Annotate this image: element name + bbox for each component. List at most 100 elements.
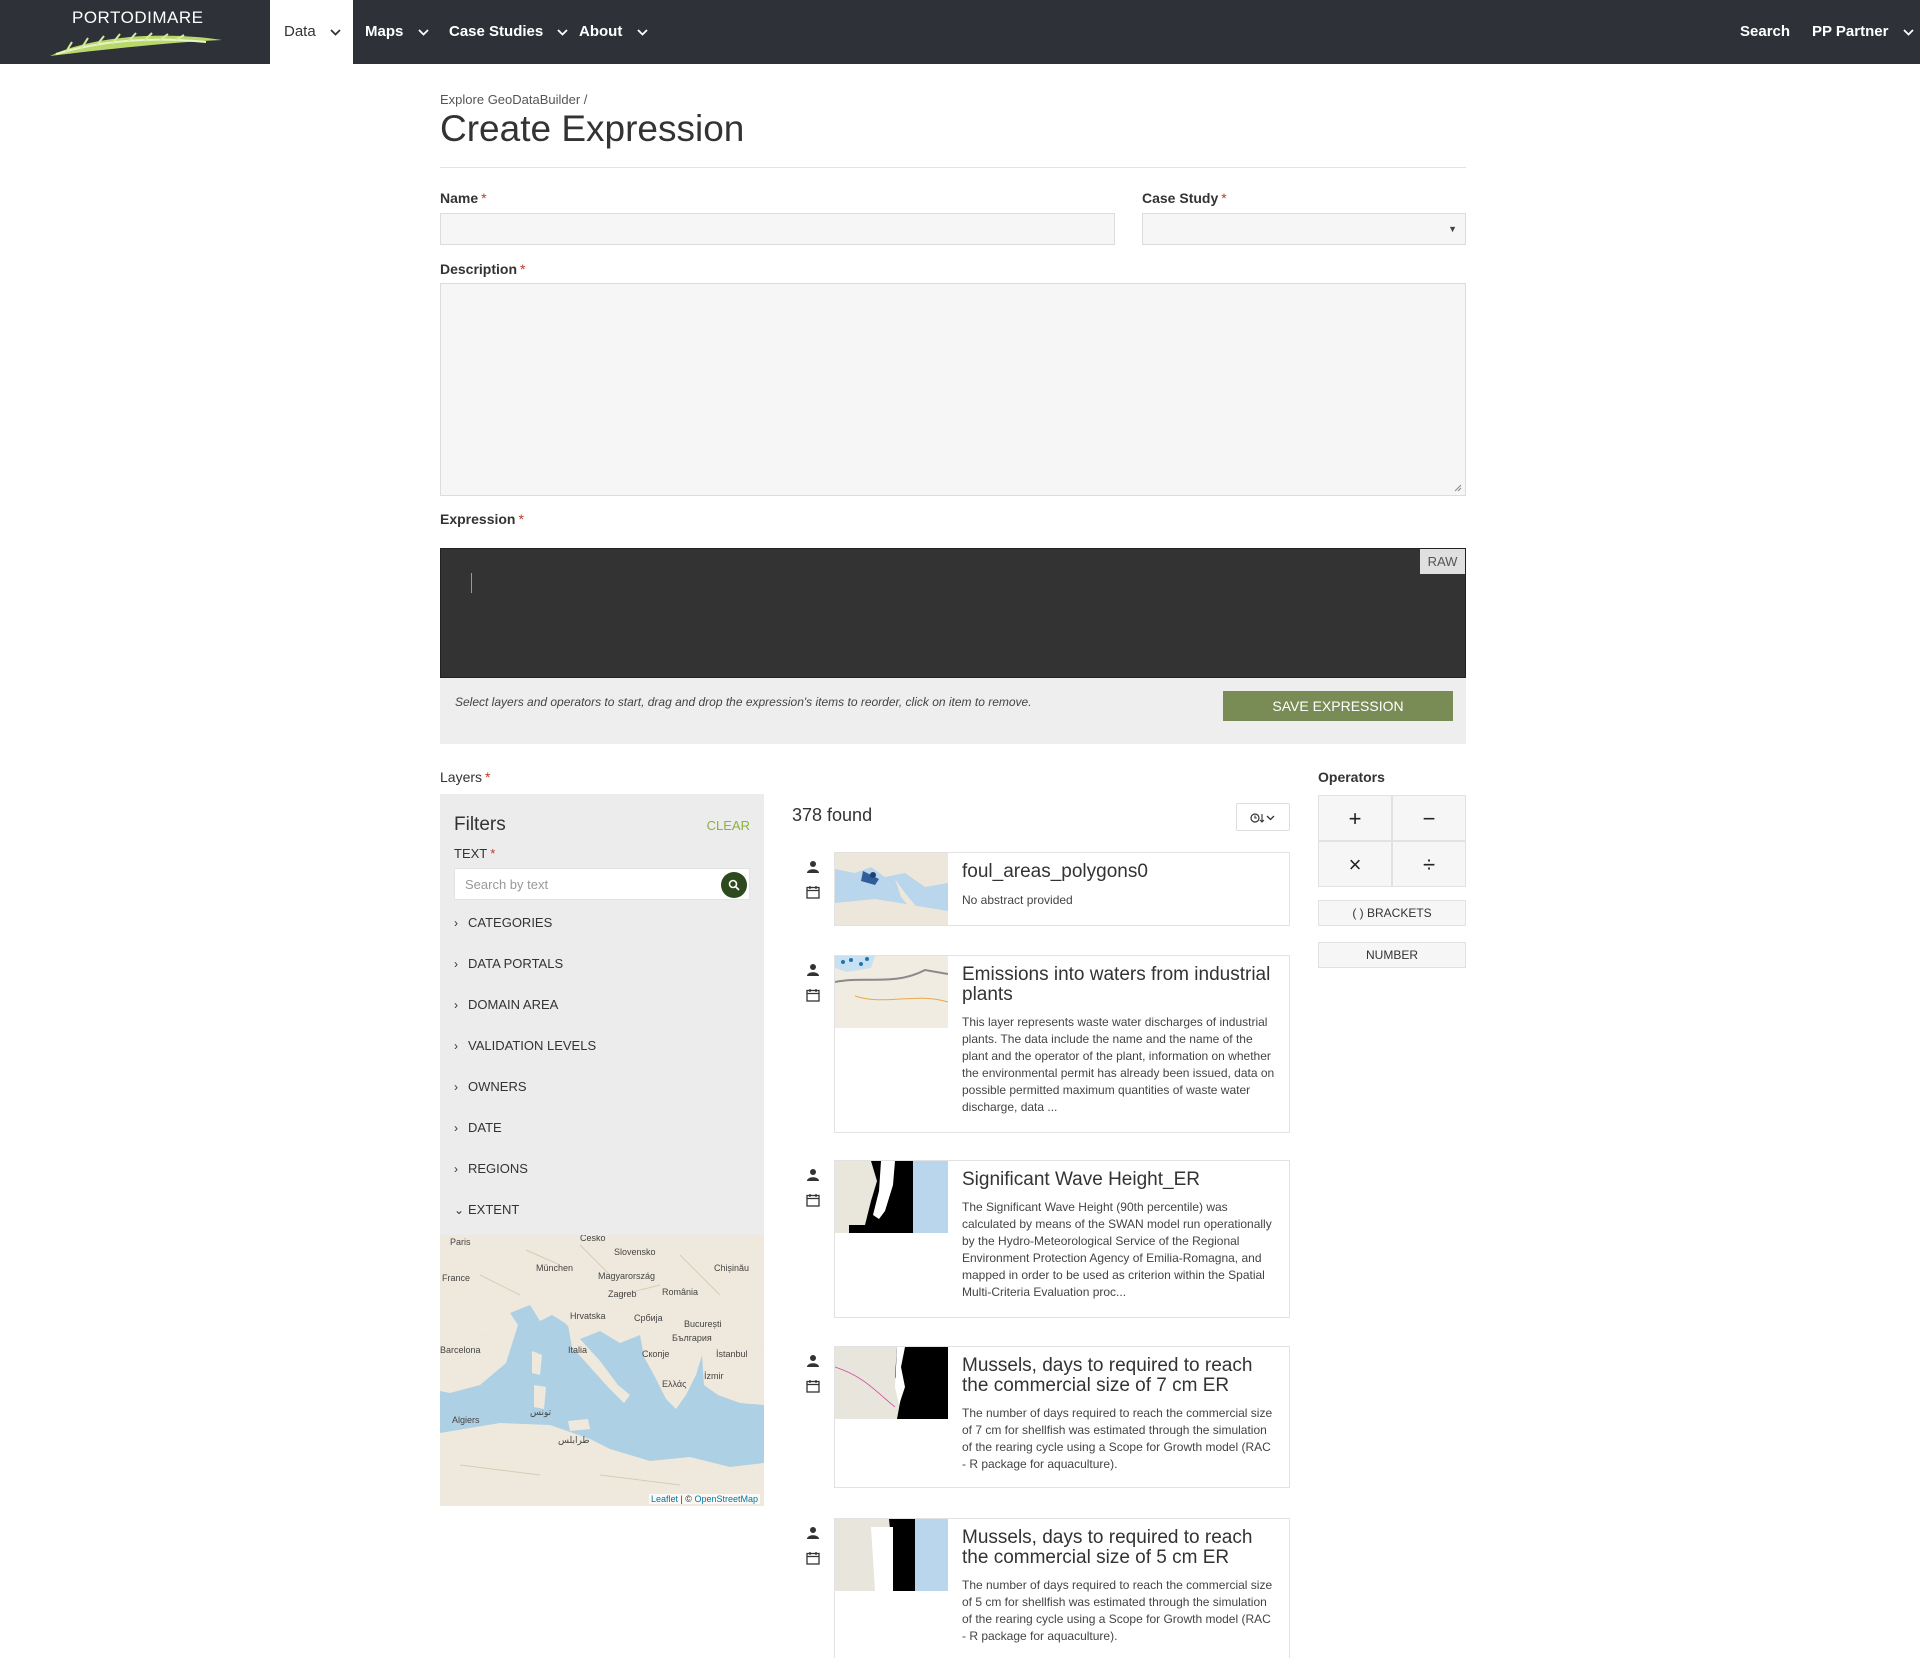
map-label: Chișinău (714, 1263, 750, 1273)
map-label: Србија (634, 1313, 663, 1323)
nav-case-studies-label: Case Studies (449, 23, 544, 40)
result-meta-icons (806, 1168, 822, 1218)
required-mark: * (518, 511, 524, 527)
name-label-text: Name (440, 190, 479, 206)
facet-label: OWNERS (468, 1079, 527, 1094)
search-input[interactable]: Search by text (454, 868, 750, 900)
number-button[interactable]: NUMBER (1318, 942, 1466, 968)
name-input[interactable] (440, 213, 1115, 245)
sort-button[interactable] (1236, 803, 1290, 831)
nav-maps-label: Maps (365, 23, 404, 40)
user-icon (806, 1354, 822, 1370)
logo-leaf-icon (50, 32, 222, 56)
leaflet-link[interactable]: Leaflet (651, 1494, 678, 1504)
portodimare-logo[interactable]: PORTODIMARE (40, 0, 230, 64)
result-meta-icons (806, 1354, 822, 1404)
result-title[interactable]: Mussels, days to required to reach the c… (962, 1528, 1282, 1568)
extent-map[interactable]: Paris Česko Slovensko France München Mag… (440, 1235, 764, 1506)
chevron-down-icon (330, 28, 341, 36)
expression-editor[interactable]: RAW (440, 548, 1466, 678)
chevron-down-icon (1902, 28, 1914, 36)
nav-search[interactable]: Search (1740, 0, 1790, 64)
result-description: The number of days required to reach the… (962, 1578, 1273, 1643)
raw-button[interactable]: RAW (1420, 549, 1465, 574)
divide-operator-button[interactable]: ÷ (1392, 841, 1466, 887)
result-card[interactable]: Mussels, days to required to reach the c… (834, 1346, 1290, 1488)
result-meta-icons (806, 860, 822, 910)
required-mark: * (485, 769, 491, 785)
chevron-right-icon: › (454, 1039, 458, 1053)
user-icon (806, 1168, 822, 1184)
facet-categories[interactable]: › CATEGORIES (454, 915, 552, 930)
brackets-button[interactable]: ( ) BRACKETS (1318, 900, 1466, 926)
nav-user-label: PP Partner (1812, 23, 1889, 40)
nav-about[interactable]: About (579, 0, 648, 64)
attribution-separator: | © (677, 1494, 695, 1504)
search-button[interactable] (721, 872, 747, 898)
description-label: Description * (440, 261, 525, 277)
result-title[interactable]: foul_areas_polygons0 (962, 862, 1282, 882)
facet-date[interactable]: › DATE (454, 1120, 502, 1135)
result-title[interactable]: Emissions into waters from industrial pl… (962, 965, 1282, 1005)
search-placeholder: Search by text (465, 877, 549, 892)
map-label: Algiers (452, 1415, 480, 1425)
clear-filters-button[interactable]: CLEAR (707, 818, 750, 833)
map-label: Česko (580, 1235, 606, 1243)
divider (440, 167, 1466, 168)
nav-user-menu[interactable]: PP Partner (1812, 0, 1914, 64)
result-title[interactable]: Significant Wave Height_ER (962, 1170, 1282, 1190)
plus-operator-button[interactable]: + (1318, 795, 1392, 841)
result-title[interactable]: Mussels, days to required to reach the c… (962, 1356, 1282, 1396)
result-card[interactable]: Significant Wave Height_ER The Significa… (834, 1160, 1290, 1318)
map-label: İstanbul (716, 1349, 748, 1359)
facet-label: VALIDATION LEVELS (468, 1038, 597, 1053)
text-cursor (471, 573, 472, 593)
map-attribution: Leaflet | © OpenStreetMap (648, 1494, 760, 1504)
required-mark: * (1221, 190, 1227, 206)
chevron-right-icon: › (454, 998, 458, 1012)
map-label: Italia (568, 1345, 588, 1355)
result-thumbnail (835, 1519, 948, 1591)
facet-owners[interactable]: › OWNERS (454, 1079, 527, 1094)
facet-label: CATEGORIES (468, 915, 553, 930)
calendar-icon (806, 1551, 822, 1567)
case-study-select[interactable]: ▼ (1142, 213, 1466, 245)
resize-handle-icon[interactable] (1454, 484, 1462, 492)
facet-label: DATA PORTALS (468, 956, 564, 971)
filters-title: Filters (454, 814, 506, 835)
nav-data[interactable]: Data (270, 0, 353, 64)
facet-data-portals[interactable]: › DATA PORTALS (454, 956, 563, 971)
expression-label-text: Expression (440, 511, 516, 527)
expression-hint: Select layers and operators to start, dr… (455, 695, 1032, 709)
sort-clock-icon (1250, 812, 1275, 823)
save-expression-button[interactable]: SAVE EXPRESSION (1223, 691, 1453, 721)
nav-case-studies[interactable]: Case Studies (449, 0, 569, 64)
result-description: The number of days required to reach the… (962, 1406, 1273, 1471)
chevron-right-icon: › (454, 1121, 458, 1135)
case-study-label-text: Case Study (1142, 190, 1219, 206)
result-card[interactable]: Emissions into waters from industrial pl… (834, 955, 1290, 1133)
facet-extent[interactable]: ⌄ EXTENT (454, 1202, 519, 1217)
result-card[interactable]: Mussels, days to required to reach the c… (834, 1518, 1290, 1658)
breadcrumb[interactable]: Explore GeoDataBuilder / (440, 92, 587, 107)
result-thumbnail (835, 853, 948, 925)
map-label: București (684, 1319, 722, 1329)
minus-operator-button[interactable]: − (1392, 795, 1466, 841)
map-label: Paris (450, 1237, 471, 1247)
description-textarea[interactable] (440, 283, 1466, 496)
nav-maps[interactable]: Maps (365, 0, 429, 64)
facet-domain-area[interactable]: › DOMAIN AREA (454, 997, 558, 1012)
map-label: Hrvatska (570, 1311, 606, 1321)
search-icon (728, 879, 740, 891)
map-label: България (672, 1333, 712, 1343)
chevron-right-icon: › (454, 916, 458, 930)
osm-link[interactable]: OpenStreetMap (694, 1494, 758, 1504)
result-card[interactable]: foul_areas_polygons0 No abstract provide… (834, 852, 1290, 926)
facet-validation-levels[interactable]: › VALIDATION LEVELS (454, 1038, 596, 1053)
map-label: Скопје (642, 1349, 670, 1359)
dropdown-arrow-icon: ▼ (1448, 224, 1457, 234)
facet-regions[interactable]: › REGIONS (454, 1161, 528, 1176)
nav-about-label: About (579, 23, 623, 40)
multiply-operator-button[interactable]: × (1318, 841, 1392, 887)
layers-label: Layers * (440, 769, 490, 785)
